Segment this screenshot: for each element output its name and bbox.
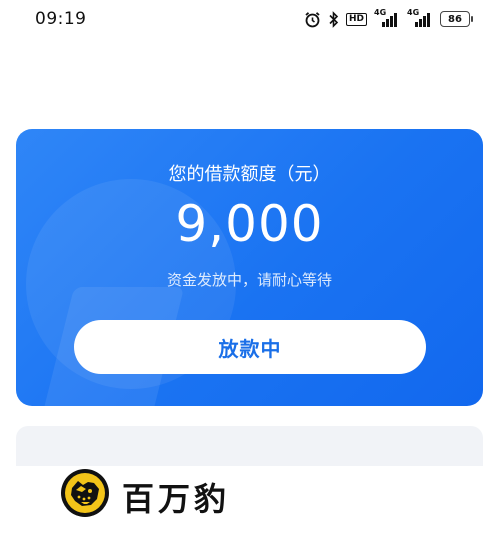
status-bar: 09:19 HD 4G 4G 86 [0,0,500,38]
lower-card [16,426,483,466]
loan-amount: 9,000 [175,195,324,253]
bluetooth-icon [328,10,339,28]
battery-icon: 86 [440,11,473,27]
leopard-logo-icon [60,468,110,518]
loan-limit-title: 您的借款额度（元） [168,164,331,185]
signal-4g-icon: 4G [407,8,433,28]
signal-4g-icon: 4G [374,8,400,28]
disbursement-status-text: 资金发放中，请耐心等待 [166,271,332,289]
status-time: 09:19 [35,9,87,29]
alarm-icon [304,11,321,28]
disbursing-button[interactable]: 放款中 [74,320,426,374]
hd-icon: HD [345,12,367,26]
loan-amount-card: 您的借款额度（元） 9,000 资金发放中，请耐心等待 放款中 [16,129,483,406]
status-icons: HD 4G 4G 86 [304,8,473,29]
brand-name: 百万豹 [122,480,231,518]
